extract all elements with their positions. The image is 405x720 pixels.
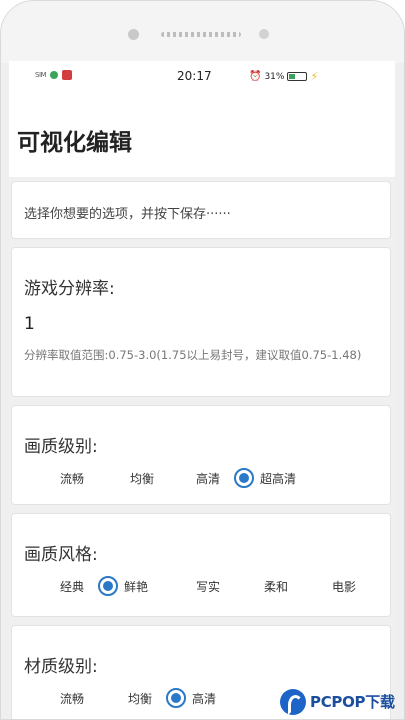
option-label: 流畅 — [60, 691, 85, 706]
phone-top-bezel — [1, 1, 404, 63]
option-label: 柔和 — [264, 579, 289, 594]
app-notification-icon — [62, 70, 73, 80]
option-label: 电影 — [332, 579, 357, 594]
signal-icon: SIM — [35, 71, 47, 79]
radio-selected-icon[interactable] — [234, 468, 254, 488]
quality-card: 画质级别: 流畅 均衡 高清 超高清 — [11, 405, 391, 505]
style-option-realistic[interactable]: 写实 — [196, 574, 220, 598]
style-option-cinema[interactable]: 电影 — [332, 574, 356, 598]
resolution-card: 游戏分辨率: 1 分辨率取值范围:0.75-3.0(1.75以上易封号，建议取值… — [11, 247, 391, 397]
quality-title: 画质级别: — [24, 437, 98, 457]
watermark: PCPOP下载 — [280, 683, 405, 720]
front-camera — [128, 29, 139, 40]
battery-icon — [287, 72, 308, 81]
option-label: 均衡 — [130, 471, 155, 486]
radio-selected-icon[interactable] — [98, 576, 118, 596]
material-option-smooth[interactable]: 流畅 — [60, 686, 84, 710]
app-screen: SIM 20:17 ⏰ 31% ⚡ 可视化编辑 选择你想要的选项，并按下保存··… — [9, 61, 395, 719]
material-option-hd[interactable]: 高清 — [166, 686, 216, 710]
alarm-icon: ⏰ — [249, 71, 262, 82]
style-options: 经典 鲜艳 写实 柔和 电影 — [12, 574, 392, 598]
style-option-classic[interactable]: 经典 — [60, 574, 84, 598]
option-label: 流畅 — [60, 471, 85, 486]
quality-option-hd[interactable]: 高清 — [196, 466, 220, 490]
option-label: 鲜艳 — [124, 579, 149, 594]
material-option-balanced[interactable]: 均衡 — [128, 686, 152, 710]
option-label: 高清 — [196, 471, 221, 486]
style-title: 画质风格: — [24, 545, 98, 565]
page-title: 可视化编辑 — [17, 130, 132, 156]
watermark-text: PCPOP下载 — [310, 693, 395, 711]
status-time: 20:17 — [177, 69, 212, 83]
style-option-vivid[interactable]: 鲜艳 — [98, 574, 148, 598]
option-label: 高清 — [192, 691, 217, 706]
quality-options: 流畅 均衡 高清 超高清 — [12, 466, 392, 490]
radio-selected-icon[interactable] — [166, 688, 186, 708]
hint-card: 选择你想要的选项，并按下保存······ — [11, 181, 391, 239]
charging-icon: ⚡ — [310, 70, 319, 83]
option-label: 超高清 — [260, 471, 297, 486]
quality-option-ultra-hd[interactable]: 超高清 — [234, 466, 296, 490]
option-label: 均衡 — [128, 691, 153, 706]
option-label: 写实 — [196, 579, 221, 594]
style-option-soft[interactable]: 柔和 — [264, 574, 288, 598]
proximity-sensor — [259, 29, 269, 39]
watermark-logo-icon — [280, 688, 306, 715]
material-title: 材质级别: — [24, 657, 98, 677]
resolution-note: 分辨率取值范围:0.75-3.0(1.75以上易封号，建议取值0.75-1.48… — [24, 348, 362, 362]
style-card: 画质风格: 经典 鲜艳 写实 柔和 电影 — [11, 513, 391, 617]
quality-option-smooth[interactable]: 流畅 — [60, 466, 84, 490]
quality-option-balanced[interactable]: 均衡 — [130, 466, 154, 490]
app-header: 可视化编辑 — [9, 91, 395, 177]
resolution-input[interactable]: 1 — [24, 314, 35, 334]
hint-text: 选择你想要的选项，并按下保存······ — [24, 207, 231, 222]
status-bar: SIM 20:17 ⏰ 31% ⚡ — [9, 61, 395, 91]
phone-frame: SIM 20:17 ⏰ 31% ⚡ 可视化编辑 选择你想要的选项，并按下保存··… — [0, 0, 405, 720]
resolution-title: 游戏分辨率: — [24, 279, 115, 299]
option-label: 经典 — [60, 579, 85, 594]
battery-percent: 31% — [264, 71, 285, 82]
earpiece-speaker — [161, 32, 241, 37]
notification-icon — [50, 71, 59, 79]
